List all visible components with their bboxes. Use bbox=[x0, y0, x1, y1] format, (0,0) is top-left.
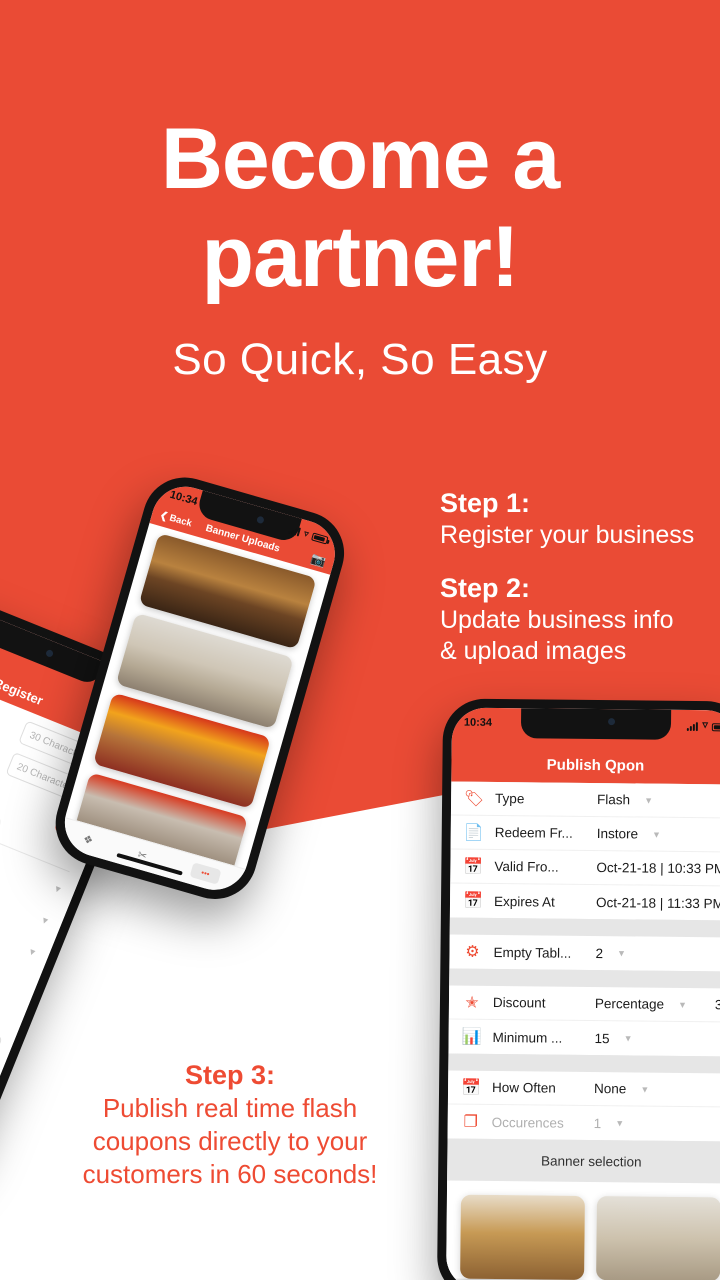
qpon-statusbar: 10:34 ▿ bbox=[452, 708, 720, 741]
step-2-body-line-2: & upload images bbox=[440, 637, 627, 665]
chevron-down-icon[interactable]: ▼ bbox=[615, 1118, 624, 1128]
step-3-line-2: coupons directly to your bbox=[92, 1126, 368, 1156]
qpon-value-empty-tables[interactable]: 2 bbox=[595, 946, 603, 961]
qpon-row-empty-tables[interactable]: ⚙ Empty Tabl... 2 ▼ bbox=[449, 934, 720, 971]
chevron-down-icon[interactable]: ▼ bbox=[640, 1084, 649, 1094]
qpon-group-tables: ⚙ Empty Tabl... 2 ▼ bbox=[449, 934, 720, 972]
chevron-down-icon[interactable]: ▼ bbox=[39, 914, 51, 927]
price-tag-icon: 🏷 bbox=[463, 790, 485, 808]
repeat-calendar-icon: 📅 bbox=[461, 1079, 482, 1097]
qpon-label-empty-tables: Empty Tabl... bbox=[493, 944, 572, 961]
qpon-label-discount: Discount bbox=[492, 994, 546, 1011]
back-label: Back bbox=[168, 512, 194, 530]
qpon-group-details: 🏷 Type Flash ▼ 📄 Redeem Fr... Instore ▼ … bbox=[449, 781, 720, 921]
discount-icon: ✭ bbox=[465, 994, 479, 1012]
qpon-row-valid-from[interactable]: 📅 Valid Fro... Oct-21-18 | 10:33 PM bbox=[450, 849, 720, 887]
chevron-down-icon[interactable]: ▼ bbox=[678, 999, 687, 1009]
hero-block: Become a partner! So Quick, So Easy bbox=[0, 110, 720, 386]
qpon-nav-title: Publish Qpon bbox=[546, 756, 645, 775]
chevron-down-icon[interactable]: ▼ bbox=[26, 946, 38, 959]
qpon-value-discount-mode[interactable]: Percentage bbox=[595, 996, 664, 1012]
calendar-check-icon: 📅 bbox=[463, 858, 484, 876]
steps-right-block: Step 1: Register your business Step 2: U… bbox=[440, 486, 718, 667]
qpon-label-valid-from: Valid Fro... bbox=[494, 858, 559, 875]
chevron-down-icon[interactable]: ▼ bbox=[52, 883, 64, 896]
minimum-icon: 📊 bbox=[461, 1028, 482, 1046]
qpon-thumb-1[interactable] bbox=[460, 1194, 585, 1280]
qpon-value-redeem-from[interactable]: Instore bbox=[597, 826, 638, 841]
step-1-body: Register your business bbox=[440, 521, 695, 549]
qpon-label-expires-at: Expires At bbox=[493, 893, 555, 910]
empty-table-icon: ⚙ bbox=[465, 943, 480, 961]
battery-icon bbox=[311, 531, 329, 545]
wifi-icon: ▿ bbox=[302, 527, 311, 539]
step-3-title: Step 3: bbox=[184, 1060, 276, 1090]
qpon-banner-section-title: Banner selection bbox=[447, 1138, 720, 1184]
status-icons: ▿ bbox=[288, 525, 329, 545]
camera-icon[interactable]: 📷 bbox=[309, 551, 327, 569]
qpon-value-discount-amount[interactable]: 30 bbox=[715, 997, 720, 1012]
qpon-row-expires-at[interactable]: 📅 Expires At Oct-21-18 | 11:33 PM bbox=[450, 883, 720, 920]
hero-line-1: Become a bbox=[160, 111, 560, 207]
banner-status-time: 10:34 bbox=[168, 488, 199, 509]
qpon-value-how-often[interactable]: None bbox=[594, 1081, 626, 1096]
qpon-row-redeem-from[interactable]: 📄 Redeem Fr... Instore ▼ bbox=[450, 815, 720, 853]
qpon-value-valid-from[interactable]: Oct-21-18 | 10:33 PM bbox=[596, 860, 720, 876]
qpon-group-discount: ✭ Discount Percentage ▼ 30 ▼ 📊 Minimum .… bbox=[448, 985, 720, 1057]
qpon-status-time: 10:34 bbox=[463, 716, 493, 729]
qpon-label-minimum: Minimum ... bbox=[492, 1029, 563, 1046]
qpon-group-recurrence: 📅 How Often None ▼ ❐ Occurences 1 ▼ bbox=[447, 1070, 720, 1142]
poster-canvas: Become a partner! So Quick, So Easy Step… bbox=[0, 0, 720, 1280]
chevron-down-icon[interactable]: ▼ bbox=[652, 829, 661, 839]
more-pill[interactable]: ••• bbox=[189, 862, 222, 885]
step-3-block: Step 3: Publish real time flash coupons … bbox=[60, 1058, 400, 1191]
chevron-down-icon[interactable]: ▼ bbox=[617, 948, 626, 958]
step-3-line-1: Publish real time flash bbox=[102, 1093, 358, 1123]
hero-subtitle: So Quick, So Easy bbox=[172, 335, 548, 384]
qpon-row-how-often[interactable]: 📅 How Often None ▼ bbox=[447, 1070, 720, 1108]
chevron-down-icon[interactable]: ▼ bbox=[644, 795, 653, 805]
publish-qpon-screen: Publish Qpon 10:34 ▿ 🏷 Type Flash ▼ 📄 Re… bbox=[445, 707, 720, 1280]
qpon-row-minimum[interactable]: 📊 Minimum ... 15 ▼ bbox=[448, 1019, 720, 1056]
scatter-icon[interactable]: ❖ bbox=[82, 832, 95, 847]
signal-icon bbox=[687, 721, 699, 731]
copies-icon: ❐ bbox=[463, 1113, 478, 1131]
qpon-label-redeem-from: Redeem Fr... bbox=[494, 824, 573, 841]
qpon-value-type[interactable]: Flash bbox=[597, 792, 630, 807]
redeem-icon: 📄 bbox=[463, 824, 484, 842]
step-3-line-3: customers in 60 seconds! bbox=[82, 1159, 378, 1189]
qpon-row-discount[interactable]: ✭ Discount Percentage ▼ 30 ▼ bbox=[448, 985, 720, 1023]
qpon-thumb-2[interactable] bbox=[596, 1196, 720, 1280]
step-1-title: Step 1: bbox=[440, 488, 531, 518]
signal-icon bbox=[288, 525, 302, 537]
calendar-cancel-icon: 📅 bbox=[462, 892, 484, 910]
chevron-down-icon[interactable]: ▼ bbox=[624, 1033, 633, 1043]
battery-icon bbox=[711, 722, 720, 731]
phone-mockup-publish-qpon: Publish Qpon 10:34 ▿ 🏷 Type Flash ▼ 📄 Re… bbox=[436, 698, 720, 1280]
status-icons: ▿ bbox=[687, 718, 720, 731]
qpon-label-occurences: Occurences bbox=[491, 1114, 564, 1131]
step-2-title: Step 2: bbox=[440, 573, 531, 603]
qpon-value-minimum[interactable]: 15 bbox=[595, 1031, 610, 1046]
hero-line-2: partner! bbox=[201, 209, 520, 305]
wifi-icon: ▿ bbox=[702, 718, 708, 731]
qpon-value-expires-at[interactable]: Oct-21-18 | 11:33 PM bbox=[596, 895, 720, 911]
qpon-banner-thumbs bbox=[446, 1180, 720, 1280]
step-2-body-line-1: Update business info bbox=[440, 606, 674, 634]
qpon-label-type: Type bbox=[495, 790, 525, 807]
qpon-row-occurences[interactable]: ❐ Occurences 1 ▼ bbox=[448, 1104, 720, 1141]
qpon-label-how-often: How Often bbox=[492, 1079, 556, 1096]
qpon-form: 🏷 Type Flash ▼ 📄 Redeem Fr... Instore ▼ … bbox=[445, 781, 720, 1280]
qpon-value-occurences[interactable]: 1 bbox=[594, 1116, 602, 1131]
qpon-row-type[interactable]: 🏷 Type Flash ▼ bbox=[450, 781, 720, 819]
